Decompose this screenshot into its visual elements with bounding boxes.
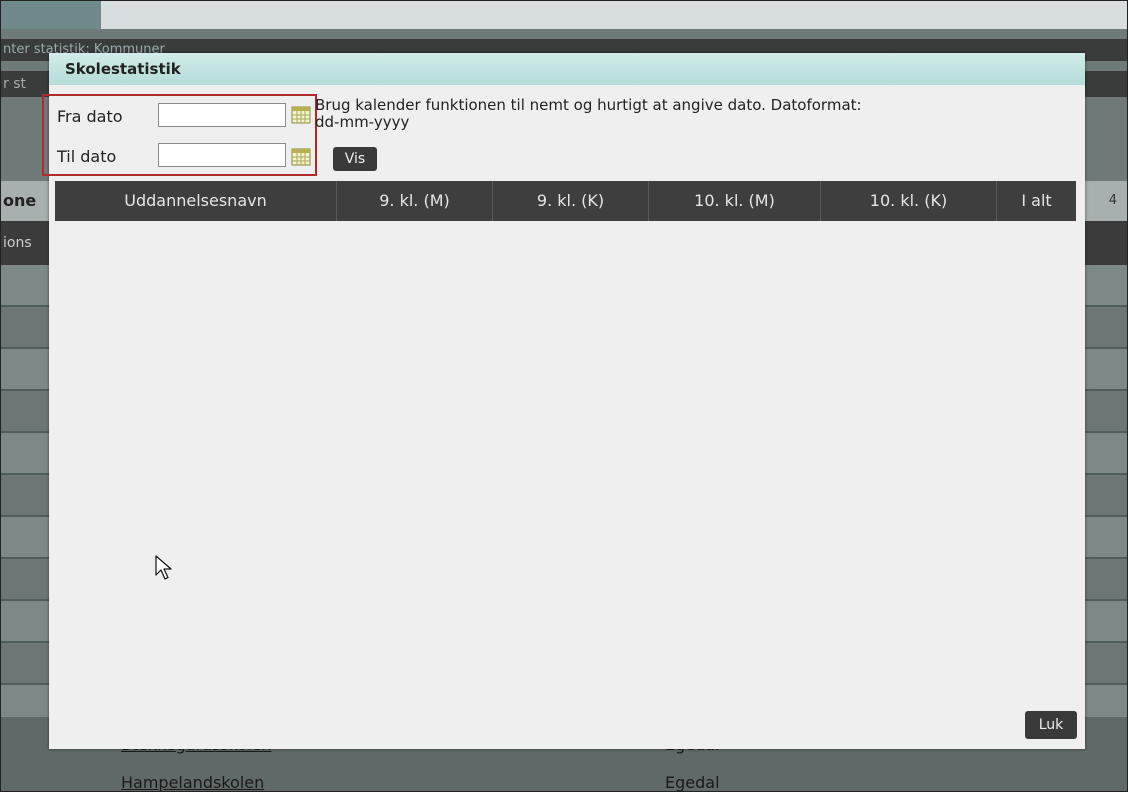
calendar-icon[interactable] <box>291 148 311 166</box>
statistics-table-header: Uddannelsesnavn 9. kl. (M) 9. kl. (K) 10… <box>55 181 1076 221</box>
column-header[interactable]: 10. kl. (K) <box>821 181 997 221</box>
dialog-title: Skolestatistik <box>65 60 181 78</box>
close-button[interactable]: Luk <box>1025 711 1077 739</box>
hint-line: Brug kalender funktionen til nemt og hur… <box>315 96 862 114</box>
column-header[interactable]: Uddannelsesnavn <box>55 181 337 221</box>
school-link[interactable]: Hampelandskolen <box>121 773 264 791</box>
column-header[interactable]: 9. kl. (K) <box>493 181 649 221</box>
school-city: Egedal <box>665 773 720 792</box>
to-date-label: Til dato <box>57 147 117 166</box>
to-date-input[interactable] <box>158 143 286 167</box>
column-header[interactable]: I alt <box>997 181 1076 221</box>
background-header-text: one <box>3 191 37 210</box>
column-header[interactable]: 10. kl. (M) <box>649 181 821 221</box>
mouse-pointer-icon <box>155 555 172 580</box>
app-window: nter statistik: Kommuner r st one 4 ions… <box>0 0 1128 792</box>
dialog-title-bar[interactable]: Skolestatistik <box>49 53 1085 85</box>
from-date-input[interactable] <box>158 103 286 127</box>
background-header-number: 4 <box>1108 193 1117 208</box>
column-header[interactable]: 9. kl. (M) <box>337 181 493 221</box>
show-button[interactable]: Vis <box>333 147 377 171</box>
date-format-hint: Brug kalender funktionen til nemt og hur… <box>315 97 1055 131</box>
hint-format: dd-mm-yyyy <box>315 113 410 131</box>
calendar-icon[interactable] <box>291 106 311 124</box>
statistics-dialog: Skolestatistik Fra dato Til dato Brug ka… <box>42 53 1085 749</box>
background-tab[interactable] <box>1 1 101 29</box>
background-top-bar <box>1 1 1127 29</box>
from-date-label: Fra dato <box>57 107 123 126</box>
